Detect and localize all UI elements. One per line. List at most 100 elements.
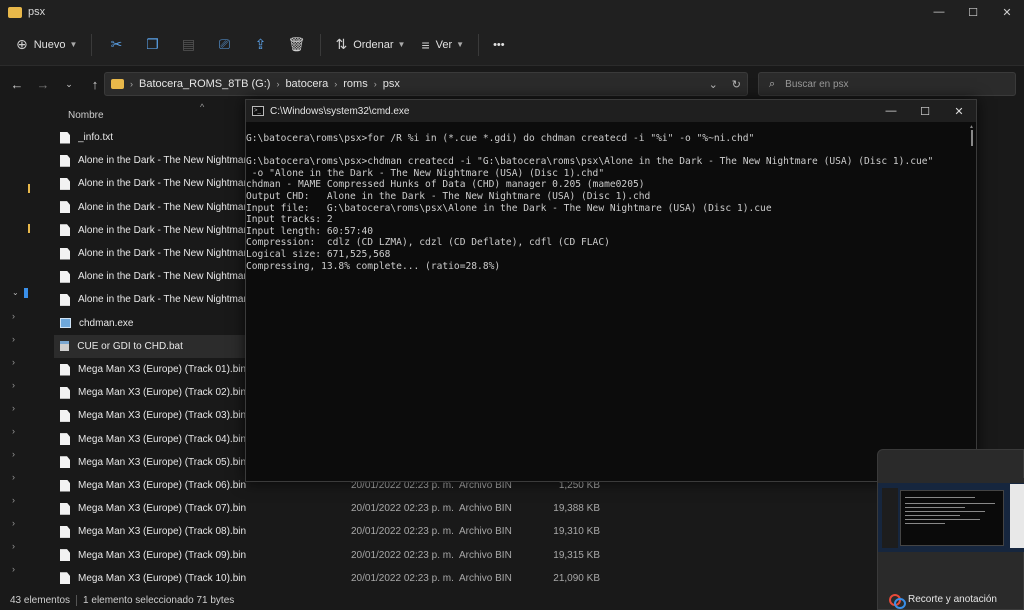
chevron-right-icon[interactable]: › bbox=[12, 449, 15, 459]
address-bar[interactable]: › Batocera_ROMS_8TB (G:) › batocera › ro… bbox=[104, 72, 748, 96]
scrollbar-thumb[interactable] bbox=[971, 130, 973, 146]
chevron-right-icon[interactable]: › bbox=[12, 564, 15, 574]
sort-button-label: Ordenar bbox=[353, 38, 394, 51]
explorer-titlebar: psx — ☐ ✕ bbox=[0, 0, 1024, 24]
close-icon[interactable]: ✕ bbox=[942, 100, 976, 122]
breadcrumb-separator-icon: › bbox=[334, 79, 338, 89]
file-icon bbox=[60, 386, 70, 399]
breadcrumb-drive[interactable]: Batocera_ROMS_8TB (G:) bbox=[139, 78, 270, 90]
delete-icon[interactable]: 🗑 bbox=[278, 30, 314, 60]
share-icon[interactable]: ⇪ bbox=[242, 30, 278, 60]
screenshot-thumbnail[interactable] bbox=[878, 478, 1024, 552]
file-name: Mega Man X3 (Europe) (Track 07).bin bbox=[78, 503, 247, 515]
terminal-icon: >_ bbox=[252, 106, 264, 116]
search-icon: ⌕ bbox=[769, 77, 776, 90]
chevron-right-icon[interactable]: › bbox=[12, 357, 15, 367]
address-tools: ⌄ ↻ bbox=[709, 73, 741, 95]
minimize-icon[interactable]: — bbox=[922, 0, 956, 24]
cmd-line: Output CHD: Alone in the Dark - The New … bbox=[246, 190, 651, 202]
paste-icon[interactable]: ▤ bbox=[170, 30, 206, 60]
file-name: Mega Man X3 (Europe) (Track 08).bin bbox=[78, 526, 247, 538]
table-row[interactable]: Mega Man X3 (Europe) (Track 09).bin 20/01… bbox=[54, 544, 614, 567]
cmd-line: Logical size: 671,525,568 bbox=[246, 248, 391, 260]
snip-notification[interactable]: Recorte y anotación bbox=[877, 449, 1024, 610]
file-icon bbox=[60, 409, 70, 422]
cmd-line: Input file: G:\batocera\roms\psx\Alone i… bbox=[246, 202, 772, 214]
copy-icon[interactable]: ❐ bbox=[134, 30, 170, 60]
breadcrumb-separator-icon: › bbox=[373, 79, 377, 89]
file-icon bbox=[60, 247, 70, 260]
file-icon bbox=[60, 270, 70, 283]
maximize-icon[interactable]: ☐ bbox=[908, 100, 942, 122]
chevron-right-icon[interactable]: › bbox=[12, 403, 15, 413]
more-options-button[interactable]: ••• bbox=[485, 30, 513, 60]
cmd-titlebar[interactable]: >_ C:\Windows\system32\cmd.exe — ☐ ✕ bbox=[246, 100, 976, 122]
file-size: 19,388 KB bbox=[553, 503, 600, 515]
application-icon bbox=[60, 318, 71, 329]
file-icon bbox=[60, 363, 70, 376]
item-count: 43 elementos bbox=[10, 595, 71, 606]
chevron-down-icon[interactable]: ⌄ bbox=[12, 288, 19, 297]
view-button[interactable]: ≡ Ver ▼ bbox=[413, 30, 472, 60]
command-bar: ⊕ Nuevo ▼ ✂ ❐ ▤ ⎚ ⇪ 🗑 ⇅ Ordenar ▼ ≡ Ver … bbox=[0, 24, 1024, 66]
cmd-window-title: C:\Windows\system32\cmd.exe bbox=[270, 105, 410, 117]
breadcrumb-roms[interactable]: roms bbox=[343, 78, 367, 90]
sort-button[interactable]: ⇅ Ordenar ▼ bbox=[327, 30, 413, 60]
nav-marker bbox=[28, 184, 30, 193]
table-row[interactable]: Mega Man X3 (Europe) (Track 10).bin 20/01… bbox=[54, 567, 614, 590]
file-icon bbox=[60, 525, 70, 538]
chevron-right-icon[interactable]: › bbox=[12, 311, 15, 321]
cmd-line: G:\batocera\roms\psx>for /R %i in (*.cue… bbox=[246, 133, 755, 144]
refresh-icon[interactable]: ↻ bbox=[732, 78, 741, 91]
batch-file-icon bbox=[60, 341, 70, 352]
back-icon[interactable]: ← bbox=[4, 71, 30, 97]
file-icon bbox=[60, 154, 70, 167]
breadcrumb-separator-icon: › bbox=[276, 79, 280, 89]
file-type: Archivo BIN bbox=[459, 526, 512, 538]
forward-icon[interactable]: → bbox=[30, 71, 56, 97]
window-title: psx bbox=[28, 6, 46, 18]
chevron-down-icon: ▼ bbox=[69, 40, 78, 49]
toolbar-divider bbox=[478, 33, 480, 56]
new-button-label: Nuevo bbox=[33, 38, 66, 51]
file-size: 19,310 KB bbox=[553, 526, 600, 538]
thumbnail-terminal bbox=[900, 490, 1004, 546]
new-button[interactable]: ⊕ Nuevo ▼ bbox=[8, 30, 85, 60]
breadcrumb-separator-icon: › bbox=[130, 79, 133, 89]
search-input[interactable]: ⌕ Buscar en psx bbox=[758, 72, 1016, 96]
table-row[interactable]: CUE or GDI to CHD.bat bbox=[54, 334, 246, 358]
close-icon[interactable]: ✕ bbox=[990, 0, 1024, 24]
drive-icon bbox=[24, 288, 28, 298]
chevron-right-icon[interactable]: › bbox=[12, 541, 15, 551]
chevron-right-icon[interactable]: › bbox=[12, 495, 15, 505]
breadcrumb-psx[interactable]: psx bbox=[383, 78, 400, 90]
status-bar: 43 elementos 1 elemento seleccionado 71 … bbox=[0, 591, 1024, 610]
recent-locations-icon[interactable]: ⌄ bbox=[56, 71, 82, 97]
table-row[interactable]: Mega Man X3 (Europe) (Track 07).bin 20/01… bbox=[54, 497, 614, 520]
rename-icon[interactable]: ⎚ bbox=[206, 30, 242, 60]
navigation-pane: ⌄ › › › › › › › › › › › › bbox=[0, 102, 46, 591]
cut-icon[interactable]: ✂ bbox=[98, 30, 134, 60]
address-row: ← → ⌄ ↑ › Batocera_ROMS_8TB (G:) › batoc… bbox=[0, 66, 1024, 102]
file-date: 20/01/2022 02:23 p. m. bbox=[351, 549, 454, 561]
window-controls: — ☐ ✕ bbox=[922, 0, 1024, 24]
cmd-line: G:\batocera\roms\psx>chdman createcd -i … bbox=[246, 156, 934, 168]
table-row[interactable]: Mega Man X3 (Europe) (Track 08).bin 20/01… bbox=[54, 520, 614, 543]
chevron-right-icon[interactable]: › bbox=[12, 518, 15, 528]
maximize-icon[interactable]: ☐ bbox=[956, 0, 990, 24]
column-header-name[interactable]: Nombre bbox=[68, 110, 104, 121]
chevron-down-icon: ▼ bbox=[397, 40, 406, 49]
file-icon bbox=[60, 479, 70, 492]
cmd-window[interactable]: >_ C:\Windows\system32\cmd.exe — ☐ ✕ G:\… bbox=[245, 99, 977, 482]
minimize-icon[interactable]: — bbox=[874, 100, 908, 122]
status-divider bbox=[76, 595, 78, 606]
chevron-right-icon[interactable]: › bbox=[12, 380, 15, 390]
cmd-output[interactable]: G:\batocera\roms\psx>for /R %i in (*.cue… bbox=[246, 122, 962, 481]
chevron-right-icon[interactable]: › bbox=[12, 472, 15, 482]
chevron-right-icon[interactable]: › bbox=[12, 334, 15, 344]
file-name: Mega Man X3 (Europe) (Track 09).bin bbox=[78, 549, 247, 561]
address-history-icon[interactable]: ⌄ bbox=[709, 78, 718, 91]
chevron-right-icon[interactable]: › bbox=[12, 426, 15, 436]
file-date: 20/01/2022 02:23 p. m. bbox=[351, 526, 454, 538]
breadcrumb-batocera[interactable]: batocera bbox=[285, 78, 328, 90]
